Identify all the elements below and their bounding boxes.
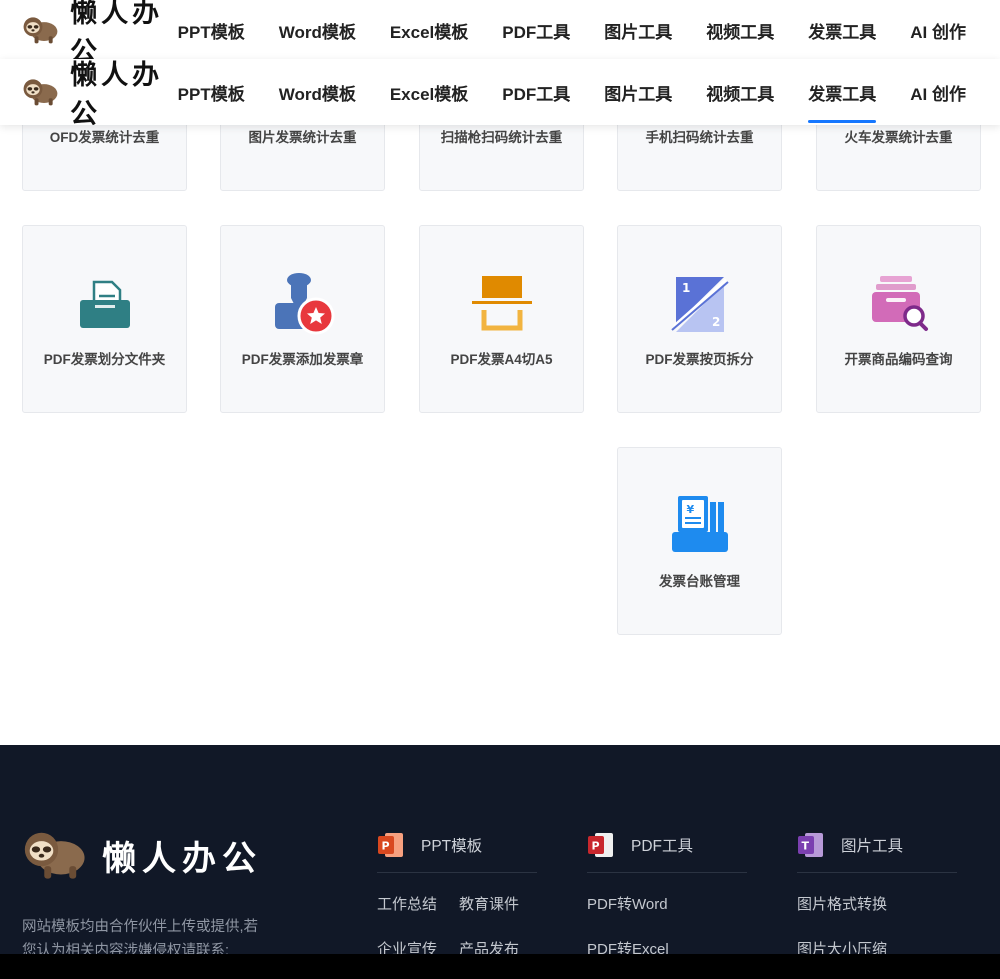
tool-card-label: OFD发票统计去重 [49, 130, 160, 145]
svg-text:P: P [592, 840, 600, 853]
brand-name: 懒人办公 [70, 0, 164, 60]
tool-card-label: 扫描枪扫码统计去重 [440, 130, 563, 145]
sloth-logo-icon [23, 17, 58, 44]
nav-item-video[interactable]: 视频工具 [706, 0, 774, 60]
svg-text:1: 1 [682, 281, 690, 295]
nav-item-excel[interactable]: Excel模板 [390, 0, 468, 60]
nav-item-invoice[interactable]: 发票工具 [808, 0, 876, 60]
svg-text:P: P [382, 840, 390, 853]
nav-item-pdf[interactable]: PDF工具 [502, 59, 570, 125]
nav-item-image[interactable]: 图片工具 [604, 59, 672, 125]
divider [797, 872, 957, 873]
brand-name: 懒人办公 [70, 60, 164, 125]
main-nav: PPT模板 Word模板 Excel模板 PDF工具 图片工具 视频工具 发票工… [168, 59, 1000, 125]
split-page-icon: 1 2 [670, 277, 729, 332]
tool-card-label: 图片发票统计去重 [248, 130, 357, 145]
tool-card-ledger[interactable]: ¥ 发票台账管理 [617, 447, 782, 635]
footer-link[interactable]: 工作总结 [377, 892, 437, 937]
footer-column-pdf: P PDF工具 PDF转Word PDF转Excel [587, 830, 747, 958]
nav-item-invoice[interactable]: 发票工具 [808, 59, 877, 125]
nav-item-excel[interactable]: Excel模板 [390, 59, 468, 125]
logo[interactable]: 懒人办公 [22, 59, 168, 125]
footer-column-title: 图片工具 [841, 838, 904, 855]
nav-item-ppt[interactable]: PPT模板 [178, 59, 245, 125]
footer: 懒人办公 网站模板均由合作伙伴上传或提供,若您认为相关内容涉嫌侵权请联系: P … [0, 745, 1000, 979]
image-tool-icon: T [798, 833, 823, 857]
nav-item-word[interactable]: Word模板 [279, 59, 356, 125]
tool-card-split-folder[interactable]: PDF发票划分文件夹 [22, 225, 187, 413]
footer-column-title: PPT模板 [421, 838, 483, 855]
svg-text:T: T [802, 840, 810, 853]
cut-page-icon [471, 276, 532, 331]
svg-text:¥: ¥ [686, 503, 694, 516]
tool-card-add-stamp[interactable]: PDF发票添加发票章 [220, 225, 385, 413]
nav-item-ai[interactable]: AI 创作 [910, 59, 966, 125]
ledger-icon: ¥ [671, 496, 728, 552]
tool-card-label: 火车发票统计去重 [844, 130, 953, 145]
logo[interactable]: 懒人办公 [22, 0, 168, 60]
bottom-bar [0, 954, 1000, 979]
nav-item-image[interactable]: 图片工具 [604, 0, 672, 60]
header-ghost: 懒人办公 PPT模板 Word模板 Excel模板 PDF工具 图片工具 视频工… [0, 0, 1000, 60]
tool-card-label: PDF发票划分文件夹 [43, 352, 166, 367]
footer-link[interactable]: 教育课件 [459, 892, 519, 937]
svg-text:2: 2 [712, 315, 720, 329]
tool-card-label: PDF发票A4切A5 [450, 352, 553, 367]
tool-card-label: PDF发票添加发票章 [241, 352, 364, 367]
sloth-logo-icon [23, 79, 58, 106]
footer-column-image: T 图片工具 图片格式转换 图片大小压缩 [797, 830, 957, 958]
pdf-icon: P [588, 833, 613, 857]
main-nav: PPT模板 Word模板 Excel模板 PDF工具 图片工具 视频工具 发票工… [168, 0, 1000, 60]
sticky-header: 懒人办公 PPT模板 Word模板 Excel模板 PDF工具 图片工具 视频工… [0, 59, 1000, 125]
nav-item-ai[interactable]: AI 创作 [910, 0, 966, 60]
nav-item-pdf[interactable]: PDF工具 [502, 0, 570, 60]
divider [377, 872, 537, 873]
nav-item-word[interactable]: Word模板 [279, 0, 356, 60]
footer-link[interactable]: 图片格式转换 [797, 892, 945, 937]
nav-item-video[interactable]: 视频工具 [706, 59, 774, 125]
tool-card-code-search[interactable]: 开票商品编码查询 [816, 225, 981, 413]
tool-card-a4-to-a5[interactable]: PDF发票A4切A5 [419, 225, 584, 413]
nav-item-ppt[interactable]: PPT模板 [178, 0, 245, 60]
tool-card-label: 发票台账管理 [659, 574, 740, 589]
footer-link[interactable]: PDF转Word [587, 892, 735, 937]
code-search-icon [871, 276, 928, 331]
footer-column-title: PDF工具 [631, 838, 694, 855]
divider [587, 872, 747, 873]
tool-card-label: 开票商品编码查询 [844, 352, 953, 367]
folder-icon [79, 280, 130, 328]
footer-brand-name: 懒人办公 [102, 838, 262, 879]
tool-card-label: 手机扫码统计去重 [645, 130, 754, 145]
ppt-icon: P [378, 833, 403, 857]
tool-card-split-pages[interactable]: 1 2 PDF发票按页拆分 [617, 225, 782, 413]
footer-logo[interactable]: 懒人办公 [22, 830, 262, 880]
sloth-logo-icon [24, 832, 85, 879]
stamp-icon [274, 273, 334, 335]
tool-card-label: PDF发票按页拆分 [645, 352, 754, 367]
footer-column-ppt: P PPT模板 工作总结 教育课件 企业宣传 产品发布 [377, 830, 537, 958]
page: OFD发票统计去重 图片发票统计去重 扫描枪扫码统计去重 手机扫码统计去重 火车… [0, 0, 1000, 979]
